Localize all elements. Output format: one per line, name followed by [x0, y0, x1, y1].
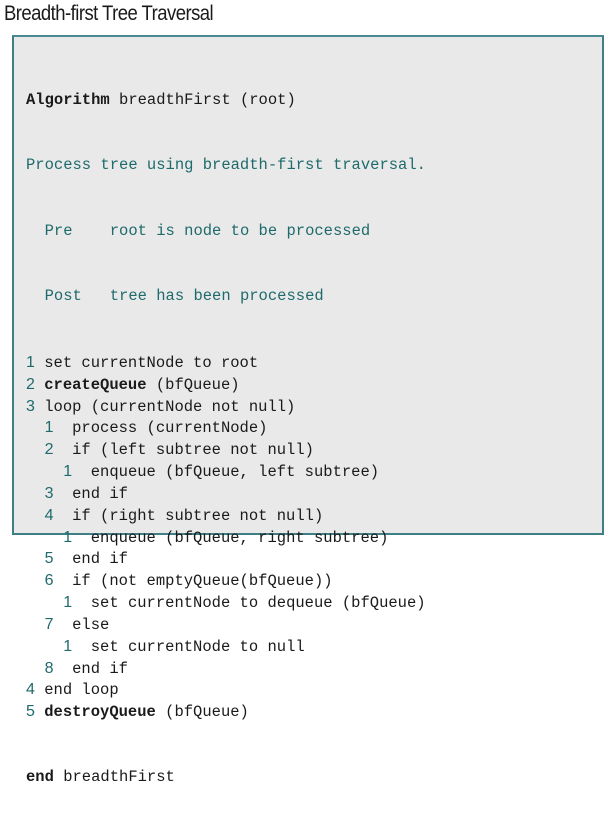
step-text: enqueue (bfQueue, left subtree)	[90, 463, 380, 482]
post-text: tree has been processed	[109, 287, 324, 306]
precondition: Pre root is node to be processed	[26, 221, 426, 243]
pre-text: root is node to be processed	[109, 221, 371, 240]
step-text: if (left subtree not null)	[72, 441, 314, 460]
step-number: 1	[26, 353, 35, 371]
algorithm-box: Algorithm breadthFirst (root) Process tr…	[12, 35, 604, 786]
algorithm-steps: 1 set currentNode to root 2 createQueue (…	[26, 352, 426, 723]
step-number: 3	[44, 484, 54, 502]
step-number: 1	[63, 463, 73, 481]
step-number: 1	[63, 528, 73, 546]
step-text: set currentNode to null	[90, 637, 305, 656]
step-number: 5	[44, 550, 54, 568]
step-text: (bfQueue)	[146, 375, 240, 394]
algorithm-step: 1 enqueue (bfQueue, right subtree)	[26, 527, 426, 549]
step-number: 1	[63, 594, 73, 612]
step-text: if (not emptyQueue(bfQueue))	[72, 572, 333, 591]
step-text: loop (currentNode not null)	[44, 397, 296, 416]
step-text: if (right subtree not null)	[72, 506, 324, 525]
algorithm-step: 3 end if	[26, 483, 426, 505]
algorithm-header: Algorithm breadthFirst (root)	[26, 90, 426, 112]
algorithm-step: 7 else	[26, 614, 426, 636]
step-number: 1	[44, 419, 54, 437]
step-number: 8	[44, 659, 54, 677]
algorithm-footer: end breadthFirst	[26, 767, 426, 789]
step-number: 2	[44, 441, 54, 459]
algorithm-step: 6 if (not emptyQueue(bfQueue))	[26, 570, 426, 592]
algorithm-step: 1 process (currentNode)	[26, 417, 426, 439]
step-number: 6	[44, 572, 54, 590]
step-text: set currentNode to dequeue (bfQueue)	[90, 594, 426, 613]
algorithm-description: Process tree using breadth-first travers…	[26, 156, 426, 175]
step-number: 4	[26, 681, 35, 699]
step-text: end if	[72, 550, 128, 569]
algorithm-signature: breadthFirst (root)	[109, 90, 296, 109]
algorithm-step: 3 loop (currentNode not null)	[26, 396, 426, 418]
step-text: else	[72, 615, 110, 634]
step-text: end if	[72, 484, 128, 503]
algorithm-step: 8 end if	[26, 658, 426, 680]
algorithm-step: 2 createQueue (bfQueue)	[26, 374, 426, 396]
step-keyword: createQueue	[44, 375, 147, 394]
step-number: 1	[63, 637, 73, 655]
pre-label: Pre	[44, 221, 73, 240]
algorithm-step: 5 destroyQueue (bfQueue)	[26, 701, 426, 723]
step-text: process (currentNode)	[72, 419, 268, 438]
step-text: set currentNode to root	[44, 353, 259, 372]
step-number: 7	[44, 615, 54, 633]
end-keyword: end	[26, 767, 54, 786]
step-number: 4	[44, 506, 54, 524]
step-number: 3	[26, 397, 35, 415]
step-number: 2	[26, 375, 35, 393]
algorithm-step: 4 end loop	[26, 679, 426, 701]
algorithm-step: 5 end if	[26, 548, 426, 570]
algorithm-step: 1 set currentNode to root	[26, 352, 426, 374]
postcondition: Post tree has been processed	[26, 286, 426, 308]
algorithm-step: 4 if (right subtree not null)	[26, 505, 426, 527]
algorithm-step: 1 set currentNode to dequeue (bfQueue)	[26, 592, 426, 614]
algorithm-end-name: breadthFirst	[53, 767, 175, 786]
step-text: (bfQueue)	[155, 703, 249, 722]
figure-title: Breadth-first Tree Traversal	[4, 2, 214, 25]
algorithm-step: 2 if (left subtree not null)	[26, 439, 426, 461]
algorithm-keyword: Algorithm	[26, 90, 110, 109]
post-label: Post	[44, 287, 82, 306]
step-text: end if	[72, 659, 128, 678]
step-text: end loop	[44, 681, 119, 700]
step-number: 5	[26, 703, 35, 721]
algorithm-step: 1 enqueue (bfQueue, left subtree)	[26, 461, 426, 483]
algorithm-step: 1 set currentNode to null	[26, 636, 426, 658]
algorithm-code: Algorithm breadthFirst (root) Process tr…	[26, 46, 426, 832]
step-keyword: destroyQueue	[44, 703, 156, 722]
